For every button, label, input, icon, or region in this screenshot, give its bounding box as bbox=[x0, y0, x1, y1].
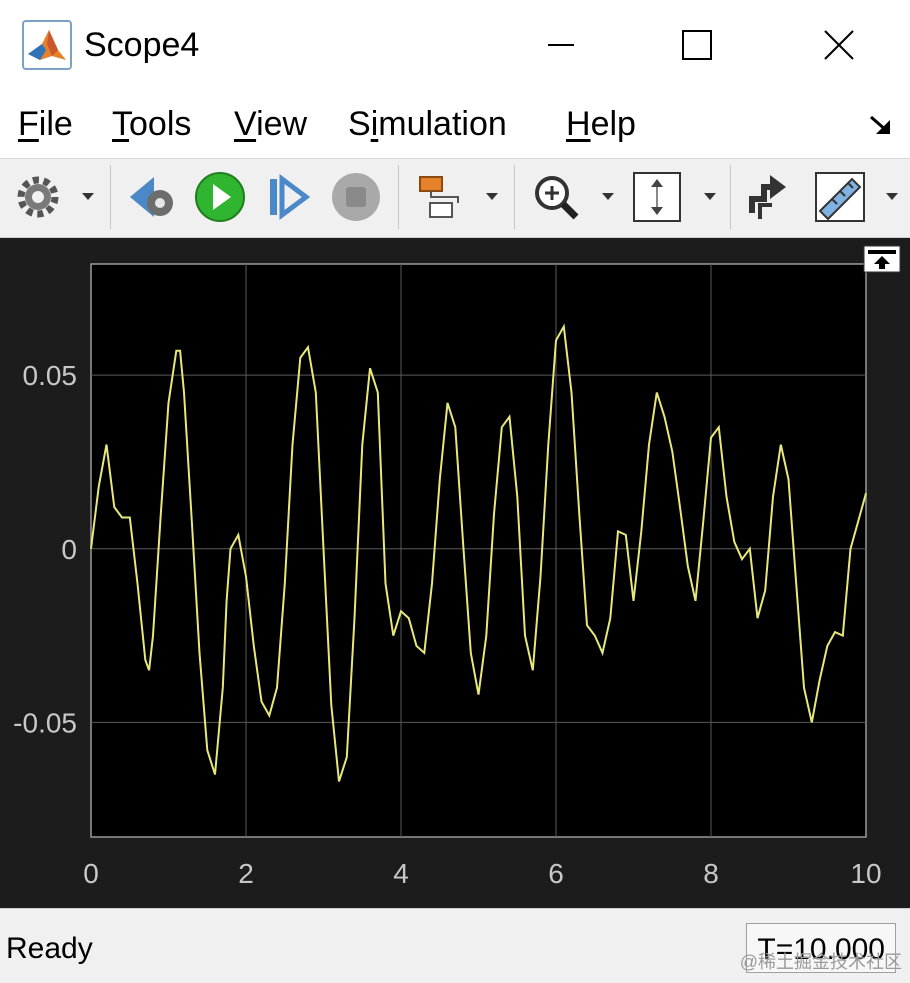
dock-arrow-icon[interactable] bbox=[868, 112, 894, 138]
minimize-button[interactable] bbox=[524, 18, 598, 72]
maximize-icon bbox=[682, 30, 712, 60]
x-tick-label: 2 bbox=[238, 858, 254, 889]
y-tick-label: 0 bbox=[61, 534, 77, 565]
toolbar-separator bbox=[730, 165, 731, 229]
x-tick-label: 0 bbox=[83, 858, 99, 889]
y-tick-label: -0.05 bbox=[13, 707, 77, 738]
scale-axes-button[interactable] bbox=[630, 169, 722, 225]
toolbar-separator bbox=[110, 165, 111, 229]
settings-button[interactable] bbox=[10, 169, 100, 225]
close-button[interactable] bbox=[802, 18, 876, 72]
signal-selection-icon bbox=[749, 175, 786, 219]
undock-button[interactable] bbox=[863, 245, 901, 273]
stop-icon bbox=[332, 173, 380, 221]
run-button[interactable] bbox=[192, 169, 248, 225]
step-back-icon bbox=[130, 177, 173, 217]
maximize-button[interactable] bbox=[660, 18, 734, 72]
step-forward-button[interactable] bbox=[262, 169, 314, 225]
zoom-in-button[interactable] bbox=[526, 169, 620, 225]
step-back-button[interactable] bbox=[124, 169, 182, 225]
y-tick-label: 0.05 bbox=[23, 360, 78, 391]
matlab-logo-icon bbox=[22, 20, 72, 70]
menu-bar: File Tools View Simulation Help bbox=[0, 92, 910, 159]
stop-button[interactable] bbox=[328, 169, 384, 225]
menu-file[interactable]: File bbox=[18, 102, 73, 146]
toolbar-separator bbox=[398, 165, 399, 229]
scope-display: 0 2 4 6 8 10 -0.05 0 0.05 bbox=[0, 238, 910, 908]
scope-plot[interactable]: 0 2 4 6 8 10 -0.05 0 0.05 bbox=[0, 238, 910, 908]
settings-gear-icon bbox=[17, 176, 94, 218]
menu-tools[interactable]: Tools bbox=[112, 102, 191, 146]
run-icon bbox=[195, 172, 245, 222]
x-tick-label: 6 bbox=[548, 858, 564, 889]
scale-axes-icon bbox=[633, 172, 716, 222]
watermark: @稀土掘金技术社区 bbox=[739, 952, 902, 972]
menu-help[interactable]: Help bbox=[566, 102, 636, 146]
window-title: Scope4 bbox=[84, 26, 200, 64]
toolbar-separator bbox=[514, 165, 515, 229]
close-icon bbox=[824, 30, 854, 60]
toolbar bbox=[0, 159, 910, 238]
signal-selection-button[interactable] bbox=[742, 169, 800, 225]
x-tick-label: 8 bbox=[703, 858, 719, 889]
highlight-block-icon bbox=[419, 176, 498, 218]
minimize-icon bbox=[548, 44, 574, 46]
highlight-block-button[interactable] bbox=[410, 169, 506, 225]
zoom-in-icon bbox=[535, 176, 614, 220]
x-tick-label: 10 bbox=[850, 858, 881, 889]
menu-view[interactable]: View bbox=[234, 102, 307, 146]
menu-simulation[interactable]: Simulation bbox=[348, 102, 507, 146]
x-tick-label: 4 bbox=[393, 858, 409, 889]
status-text: Ready bbox=[6, 932, 93, 965]
measurements-ruler-icon bbox=[815, 172, 898, 222]
step-forward-icon bbox=[270, 174, 311, 220]
measurements-button[interactable] bbox=[810, 169, 906, 225]
title-bar: Scope4 bbox=[0, 0, 910, 92]
